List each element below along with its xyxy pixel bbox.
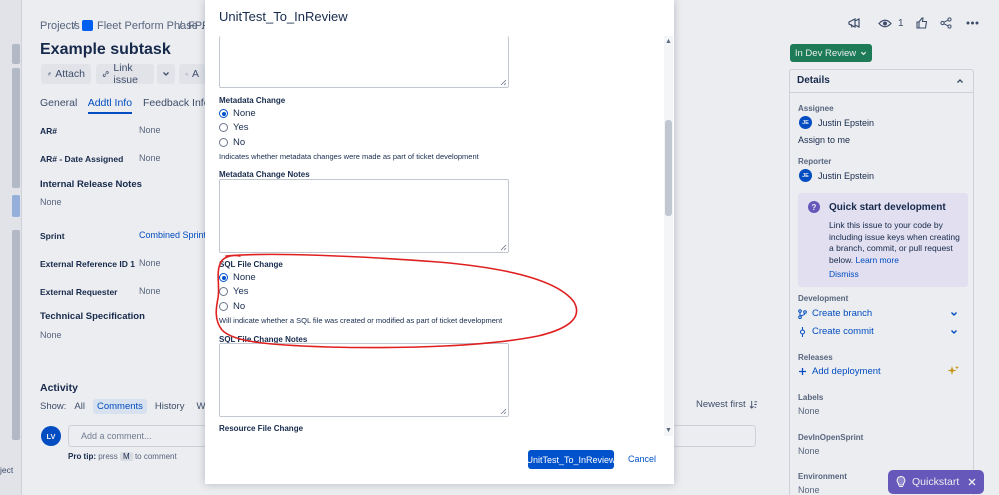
submit-transition-button[interactable]: UnitTest_To_InReview bbox=[526, 450, 616, 469]
metadata-help-text: Indicates whether metadata changes were … bbox=[219, 152, 479, 161]
resize-handle-icon[interactable] bbox=[500, 79, 507, 86]
metadata-notes-textarea[interactable] bbox=[219, 179, 509, 253]
modal-title: UnitTest_To_InReview bbox=[219, 9, 348, 24]
radio-button[interactable] bbox=[219, 109, 228, 118]
metadata-notes-label: Metadata Change Notes bbox=[219, 170, 310, 179]
metadata-option-none-label: None bbox=[233, 108, 256, 119]
radio-button[interactable] bbox=[219, 123, 228, 132]
modal-scrollbar-thumb[interactable] bbox=[665, 120, 672, 216]
metadata-option-yes-label: Yes bbox=[233, 122, 249, 133]
metadata-option-no[interactable]: No bbox=[219, 137, 245, 148]
scroll-down-icon[interactable]: ▼ bbox=[664, 426, 673, 435]
metadata-change-label: Metadata Change bbox=[219, 96, 286, 105]
modal-scrollbar[interactable] bbox=[664, 36, 673, 436]
metadata-option-none[interactable]: None bbox=[219, 108, 256, 119]
sql-notes-textarea[interactable] bbox=[219, 343, 509, 417]
previous-notes-textarea[interactable] bbox=[219, 36, 509, 88]
scroll-up-icon[interactable]: ▲ bbox=[664, 37, 673, 46]
cancel-button[interactable]: Cancel bbox=[628, 454, 656, 464]
resource-change-label: Resource File Change bbox=[219, 424, 304, 433]
resize-handle-icon[interactable] bbox=[500, 408, 507, 415]
red-annotation-circle bbox=[215, 253, 578, 349]
metadata-option-yes[interactable]: Yes bbox=[219, 122, 249, 133]
metadata-option-no-label: No bbox=[233, 137, 246, 148]
radio-button[interactable] bbox=[219, 138, 228, 147]
